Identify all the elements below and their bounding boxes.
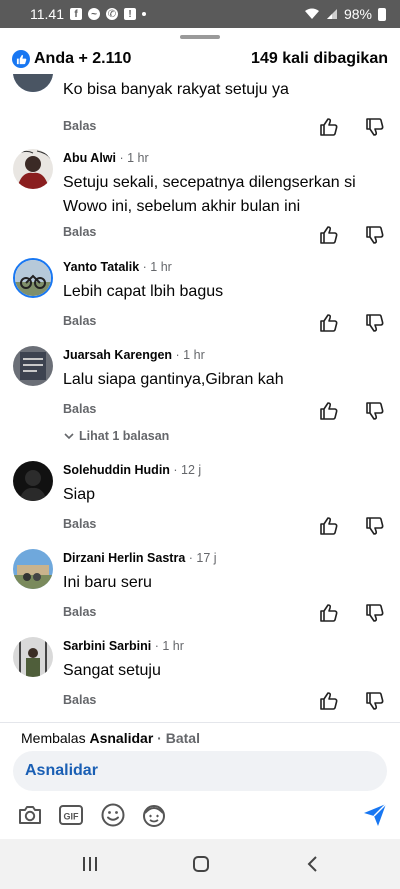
- comment-text: Ini baru seru: [63, 574, 152, 591]
- whatsapp-icon: ✆: [106, 8, 118, 20]
- replying-prefix: Membalas: [21, 730, 90, 746]
- comment: Juarsah Karengen · 1 hr Lalu siapa ganti…: [0, 346, 400, 471]
- back-icon[interactable]: [300, 851, 326, 877]
- dislike-icon[interactable]: [365, 691, 385, 711]
- comment: Abu Alwi · 1 hr Setuju sekali, secepatny…: [0, 149, 400, 254]
- chevron-down-icon: [64, 433, 74, 440]
- drag-handle[interactable]: [180, 35, 220, 39]
- dislike-icon[interactable]: [365, 516, 385, 536]
- like-icon[interactable]: [319, 603, 339, 623]
- avatar[interactable]: [13, 74, 53, 92]
- more-notifications-icon: [142, 12, 146, 16]
- comment: Dirzani Herlin Sastra · 17 j Ini baru se…: [0, 549, 400, 637]
- author-name[interactable]: Juarsah Karengen: [63, 348, 172, 362]
- system-nav-bar: [0, 839, 400, 889]
- reply-button[interactable]: Balas: [63, 402, 96, 416]
- comment-author[interactable]: Abu Alwi · 1 hr: [63, 151, 149, 165]
- avatar-sticker-icon[interactable]: [140, 801, 168, 829]
- comment-author[interactable]: Sarbini Sarbini · 1 hr: [63, 639, 184, 653]
- comment-time: · 1 hr: [116, 151, 149, 165]
- like-icon[interactable]: [319, 225, 339, 245]
- reply-composer: Membalas Asnalidar · Batal Asnalidar GIF: [0, 722, 400, 839]
- author-name[interactable]: Abu Alwi: [63, 151, 116, 165]
- comment-author[interactable]: Dirzani Herlin Sastra · 17 j: [63, 551, 217, 565]
- comment-time: · 17 j: [185, 551, 217, 565]
- status-time: 11.41: [30, 6, 64, 22]
- recent-apps-icon[interactable]: [77, 851, 103, 877]
- avatar[interactable]: [13, 346, 53, 386]
- replying-separator: ·: [153, 730, 166, 746]
- send-icon[interactable]: [361, 801, 389, 829]
- mention-tag: Asnalidar: [25, 762, 98, 779]
- comment-text: Siap: [63, 486, 96, 503]
- composer-toolbar: GIF: [0, 797, 400, 837]
- comment: Yanto Tatalik · 1 hr Lebih capat lbih ba…: [0, 258, 400, 346]
- avatar[interactable]: [13, 258, 53, 298]
- messenger-icon: ~: [88, 8, 100, 20]
- reply-button[interactable]: Balas: [63, 517, 96, 531]
- shares-count[interactable]: 149 kali dibagikan: [251, 50, 388, 68]
- view-replies-link[interactable]: Lihat 1 balasan: [63, 429, 169, 443]
- emoji-icon[interactable]: [99, 801, 127, 829]
- dislike-icon[interactable]: [365, 225, 385, 245]
- status-bar: 11.41 f ~ ✆ ! 98%: [0, 0, 400, 28]
- battery-icon: [378, 7, 386, 21]
- author-name[interactable]: Dirzani Herlin Sastra: [63, 551, 185, 565]
- comment-input[interactable]: Asnalidar: [13, 751, 387, 791]
- home-icon[interactable]: [188, 851, 214, 877]
- comment-time: · 1 hr: [139, 260, 172, 274]
- signal-icon: [326, 9, 337, 19]
- reactions-count[interactable]: Anda + 2.110: [34, 50, 131, 68]
- comment-text: Lebih capat lbih bagus: [63, 283, 224, 300]
- wifi-icon: [304, 8, 319, 19]
- comment-author[interactable]: Yanto Tatalik · 1 hr: [63, 260, 172, 274]
- reply-button[interactable]: Balas: [63, 605, 96, 619]
- comment-time: · 1 hr: [172, 348, 205, 362]
- view-replies-label: Lihat 1 balasan: [79, 429, 170, 443]
- like-icon[interactable]: [319, 516, 339, 536]
- replying-to-label: Membalas Asnalidar · Batal: [21, 730, 200, 746]
- like-icon: [12, 50, 30, 68]
- avatar[interactable]: [13, 461, 53, 501]
- avatar[interactable]: [13, 549, 53, 589]
- svg-text:GIF: GIF: [64, 812, 80, 822]
- comment-author[interactable]: Juarsah Karengen · 1 hr: [63, 348, 205, 362]
- avatar[interactable]: [13, 637, 53, 677]
- like-icon[interactable]: [319, 117, 339, 137]
- comment-time: · 12 j: [169, 463, 202, 477]
- dislike-icon[interactable]: [365, 401, 385, 421]
- reply-button[interactable]: Balas: [63, 225, 96, 239]
- comment: Solehuddin Hudin · 12 j Siap Balas: [0, 461, 400, 549]
- cancel-reply-button[interactable]: Batal: [166, 730, 200, 746]
- comment-text: Setuju sekali, secepatnya dilengserkan s…: [63, 174, 356, 215]
- avatar[interactable]: [13, 149, 53, 189]
- replying-target: Asnalidar: [89, 730, 154, 746]
- dislike-icon[interactable]: [365, 603, 385, 623]
- comment-text: Sangat setuju: [63, 662, 161, 679]
- reply-button[interactable]: Balas: [63, 314, 96, 328]
- comment-author[interactable]: Solehuddin Hudin · 12 j: [63, 463, 201, 477]
- comment: Sarbini Sarbini · 1 hr Sangat setuju Bal…: [0, 637, 400, 722]
- author-name[interactable]: Sarbini Sarbini: [63, 639, 151, 653]
- comments-sheet: Anda + 2.110 149 kali dibagikan Ko bisa …: [0, 28, 400, 839]
- camera-icon[interactable]: [16, 801, 44, 829]
- facebook-icon: f: [70, 8, 82, 20]
- comment-list[interactable]: Ko bisa banyak rakyat setuju ya Balas Ab…: [0, 74, 400, 722]
- reply-button[interactable]: Balas: [63, 119, 96, 133]
- reaction-summary-bar: Anda + 2.110 149 kali dibagikan: [0, 44, 400, 74]
- author-name[interactable]: Solehuddin Hudin: [63, 463, 170, 477]
- comment-text: Lalu siapa gantinya,Gibran kah: [63, 371, 284, 388]
- like-icon[interactable]: [319, 401, 339, 421]
- battery-percent: 98%: [343, 6, 372, 22]
- like-icon[interactable]: [319, 691, 339, 711]
- dislike-icon[interactable]: [365, 313, 385, 333]
- like-icon[interactable]: [319, 313, 339, 333]
- author-name[interactable]: Yanto Tatalik: [63, 260, 139, 274]
- dislike-icon[interactable]: [365, 117, 385, 137]
- gif-icon[interactable]: GIF: [57, 801, 85, 829]
- notification-app-icon: !: [124, 8, 136, 20]
- comment-text: Ko bisa banyak rakyat setuju ya: [63, 81, 289, 98]
- reply-button[interactable]: Balas: [63, 693, 96, 707]
- comment-time: · 1 hr: [151, 639, 184, 653]
